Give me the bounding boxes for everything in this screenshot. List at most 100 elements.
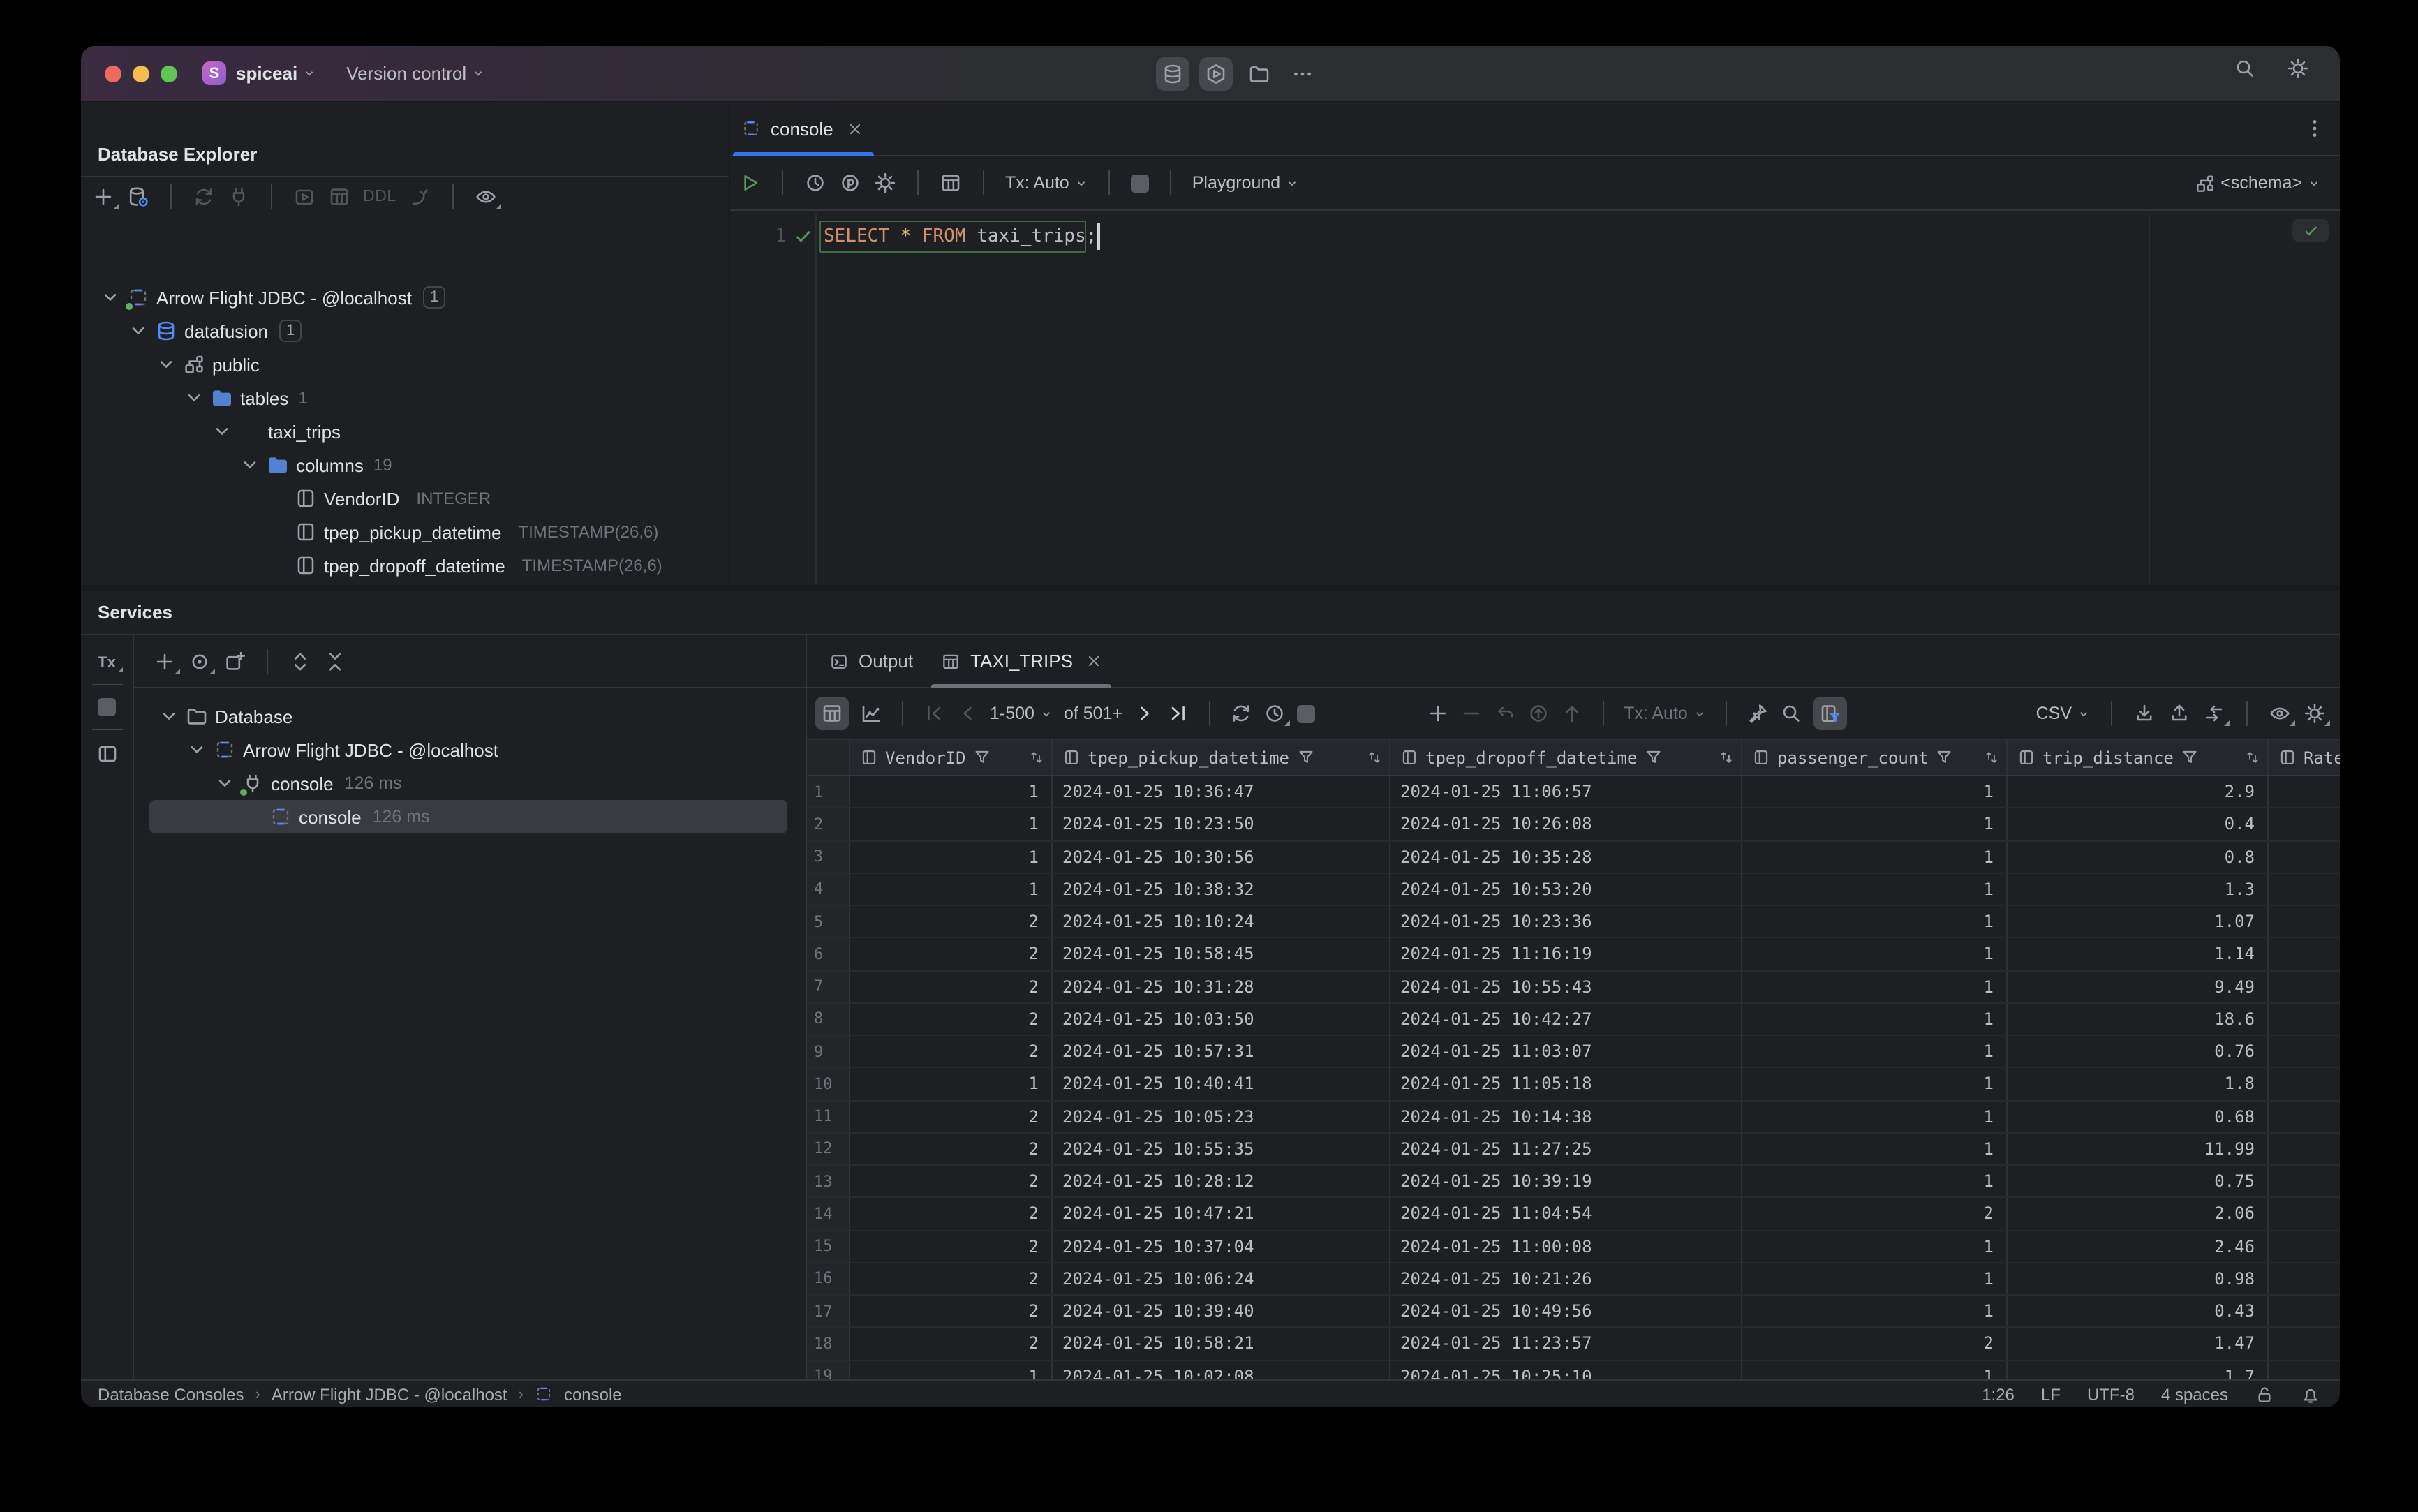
grid-row-1[interactable]: 1 1 2024-01-25 10:36:47 2024-01-25 11:06:57… xyxy=(807,776,2340,809)
cell-trip_distance[interactable]: 0.75 xyxy=(2008,1166,2269,1197)
inspection-status-widget[interactable] xyxy=(2292,219,2329,242)
chevron-down-icon[interactable] xyxy=(155,353,177,376)
service-item-database[interactable]: Database xyxy=(134,699,806,733)
cell-tpep_pickup_datetime[interactable]: 2024-01-25 10:05:23 xyxy=(1053,1101,1390,1132)
sort-icon[interactable] xyxy=(1717,748,1735,766)
cell-tpep_dropoff_datetime[interactable]: 2024-01-25 11:27:25 xyxy=(1390,1133,1742,1164)
first-page-icon[interactable] xyxy=(923,702,945,725)
chevron-down-icon[interactable] xyxy=(214,772,236,794)
editor-content[interactable]: 1 SELECT * FROM taxi_trips; xyxy=(730,214,2340,585)
row-number[interactable]: 10 xyxy=(807,1068,850,1099)
stop-strip-button[interactable] xyxy=(98,698,116,716)
search-everywhere-icon[interactable] xyxy=(2234,57,2256,80)
goto-ddl-icon[interactable] xyxy=(409,186,431,208)
row-number[interactable]: 6 xyxy=(807,938,850,970)
cell-vendorid[interactable]: 2 xyxy=(850,1036,1053,1067)
notifications-bell-icon[interactable] xyxy=(2301,1384,2320,1404)
chevron-down-icon[interactable] xyxy=(99,286,121,309)
history-clock-icon[interactable] xyxy=(804,172,826,194)
grid-row-14[interactable]: 14 2 2024-01-25 10:47:21 2024-01-25 11:04:5… xyxy=(807,1198,2340,1231)
cell-trip_distance[interactable]: 0.8 xyxy=(2008,841,2269,873)
row-number[interactable]: 12 xyxy=(807,1133,850,1164)
auto-refresh-clock-icon[interactable] xyxy=(1263,702,1291,726)
filter-funnel-icon[interactable] xyxy=(1296,748,1314,766)
cell-tpep_pickup_datetime[interactable]: 2024-01-25 10:03:50 xyxy=(1053,1003,1390,1035)
cell-rate[interactable] xyxy=(2269,971,2340,1002)
lock-icon[interactable] xyxy=(2255,1384,2274,1404)
grid-row-10[interactable]: 10 1 2024-01-25 10:40:41 2024-01-25 11:05:1… xyxy=(807,1068,2340,1101)
cell-trip_distance[interactable]: 0.43 xyxy=(2008,1296,2269,1327)
line-ending[interactable]: LF xyxy=(2041,1384,2061,1404)
cell-rate[interactable] xyxy=(2269,1296,2340,1327)
cell-vendorid[interactable]: 2 xyxy=(850,1166,1053,1197)
cell-tpep_dropoff_datetime[interactable]: 2024-01-25 10:14:38 xyxy=(1390,1101,1742,1132)
grid-row-18[interactable]: 18 2 2024-01-25 10:58:21 2024-01-25 11:23:5… xyxy=(807,1328,2340,1361)
cell-trip_distance[interactable]: 1.07 xyxy=(2008,906,2269,937)
cell-tpep_pickup_datetime[interactable]: 2024-01-25 10:28:12 xyxy=(1053,1166,1390,1197)
last-page-icon[interactable] xyxy=(1167,702,1189,725)
cell-rate[interactable] xyxy=(2269,906,2340,937)
cell-vendorid[interactable]: 1 xyxy=(850,776,1053,808)
grid-row-11[interactable]: 11 2 2024-01-25 10:05:23 2024-01-25 10:14:3… xyxy=(807,1101,2340,1134)
column-header-vendorid[interactable]: VendorID xyxy=(850,740,1053,775)
cell-vendorid[interactable]: 2 xyxy=(850,1003,1053,1035)
cell-passenger_count[interactable]: 1 xyxy=(1742,841,2008,873)
cell-passenger_count[interactable]: 1 xyxy=(1742,938,2008,970)
grid-row-12[interactable]: 12 2 2024-01-25 10:55:35 2024-01-25 11:27:2… xyxy=(807,1133,2340,1166)
cell-tpep_dropoff_datetime[interactable]: 2024-01-25 10:26:08 xyxy=(1390,808,1742,840)
parameters-icon[interactable] xyxy=(839,172,861,194)
grid-row-6[interactable]: 6 2 2024-01-25 10:58:45 2024-01-25 11:16:19… xyxy=(807,938,2340,971)
sort-icon[interactable] xyxy=(1028,748,1046,766)
close-icon[interactable] xyxy=(1087,653,1102,669)
row-number[interactable]: 17 xyxy=(807,1296,850,1327)
grid-row-8[interactable]: 8 2 2024-01-25 10:03:50 2024-01-25 10:42:27… xyxy=(807,1003,2340,1036)
cell-tpep_dropoff_datetime[interactable]: 2024-01-25 10:42:27 xyxy=(1390,1003,1742,1035)
tx-mode-select[interactable]: Tx: Auto xyxy=(1005,173,1088,193)
refresh-button[interactable] xyxy=(193,186,215,208)
cell-trip_distance[interactable]: 1.14 xyxy=(2008,938,2269,970)
cell-vendorid[interactable]: 2 xyxy=(850,971,1053,1002)
playground-select[interactable]: Playground xyxy=(1192,173,1299,193)
grid-row-5[interactable]: 5 2 2024-01-25 10:10:24 2024-01-25 10:23:36… xyxy=(807,906,2340,939)
stop-refresh-button[interactable] xyxy=(1297,704,1316,722)
collapse-all-icon[interactable] xyxy=(324,650,346,672)
grid-row-9[interactable]: 9 2 2024-01-25 10:57:31 2024-01-25 11:03:07… xyxy=(807,1036,2340,1069)
cell-tpep_pickup_datetime[interactable]: 2024-01-25 10:47:21 xyxy=(1053,1198,1390,1229)
chevron-down-icon[interactable] xyxy=(127,320,149,342)
grid-view-button[interactable] xyxy=(815,697,849,730)
chevron-down-icon[interactable] xyxy=(183,387,205,409)
row-number[interactable]: 9 xyxy=(807,1036,850,1067)
cell-rate[interactable] xyxy=(2269,1263,2340,1295)
cell-trip_distance[interactable]: 2.06 xyxy=(2008,1198,2269,1229)
ddl-button[interactable]: DDL xyxy=(363,188,396,205)
results-tx-mode-select[interactable]: Tx: Auto xyxy=(1624,704,1706,723)
cell-tpep_pickup_datetime[interactable]: 2024-01-25 10:38:32 xyxy=(1053,873,1390,905)
submit-icon[interactable] xyxy=(1561,702,1583,725)
cell-vendorid[interactable]: 2 xyxy=(850,906,1053,937)
cell-tpep_dropoff_datetime[interactable]: 2024-01-25 11:04:54 xyxy=(1390,1198,1742,1229)
cell-passenger_count[interactable]: 1 xyxy=(1742,1231,2008,1262)
previous-page-icon[interactable] xyxy=(956,702,979,725)
cell-tpep_dropoff_datetime[interactable]: 2024-01-25 10:25:10 xyxy=(1390,1361,1742,1379)
locate-target-icon[interactable] xyxy=(188,650,215,674)
cell-rate[interactable] xyxy=(2269,841,2340,873)
close-window-button[interactable] xyxy=(105,65,121,82)
cell-rate[interactable] xyxy=(2269,939,2340,970)
cell-rate[interactable] xyxy=(2269,809,2340,840)
caret-position[interactable]: 1:26 xyxy=(1982,1384,2015,1404)
add-service-button[interactable] xyxy=(154,650,180,674)
new-query-console-button[interactable] xyxy=(293,186,316,208)
cell-vendorid[interactable]: 1 xyxy=(850,808,1053,840)
cell-rate[interactable] xyxy=(2269,1036,2340,1067)
find-icon[interactable] xyxy=(1780,702,1802,725)
layout-panel-icon[interactable] xyxy=(96,743,118,765)
cell-passenger_count[interactable]: 1 xyxy=(1742,1133,2008,1164)
datasource-properties-button[interactable] xyxy=(127,186,149,208)
chevron-down-icon[interactable] xyxy=(158,705,180,727)
tree-item-taxi-trips[interactable]: taxi_trips xyxy=(81,415,729,448)
grid-row-3[interactable]: 3 1 2024-01-25 10:30:56 2024-01-25 10:35:28… xyxy=(807,841,2340,874)
console-settings-gear-icon[interactable] xyxy=(874,172,896,194)
file-encoding[interactable]: UTF-8 xyxy=(2087,1384,2135,1404)
grid-row-2[interactable]: 2 1 2024-01-25 10:23:50 2024-01-25 10:26:08… xyxy=(807,808,2340,841)
tree-item-datafusion[interactable]: datafusion 1 xyxy=(81,314,729,348)
